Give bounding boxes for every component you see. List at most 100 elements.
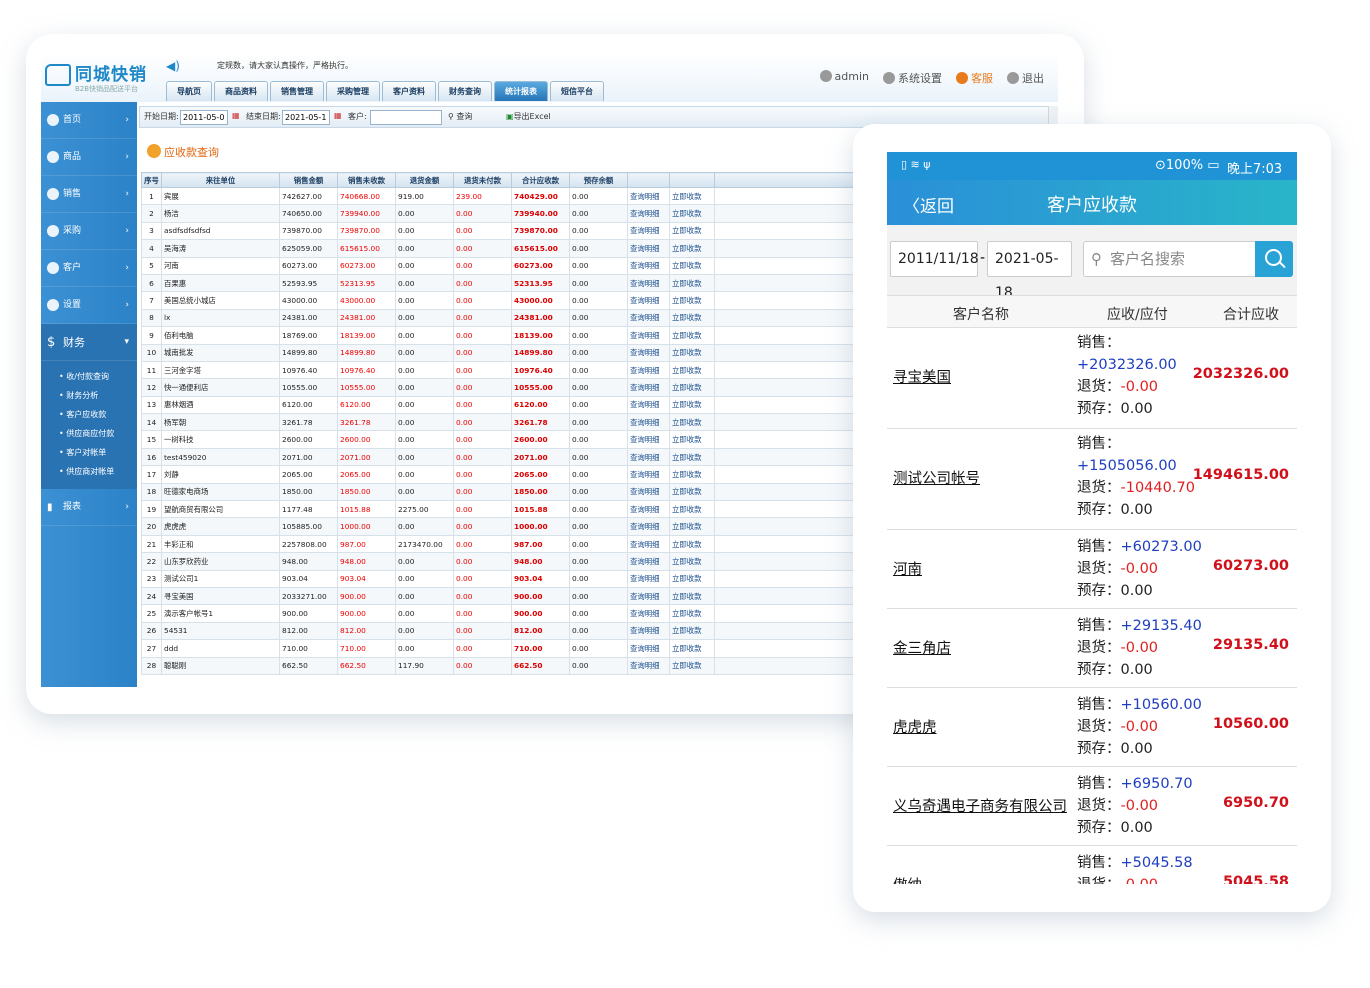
view-detail-link[interactable]: 查询明细	[627, 308, 670, 328]
collect-now-link[interactable]: 立即收款	[669, 308, 715, 328]
collect-now-link[interactable]: 立即收款	[669, 465, 715, 484]
collect-now-link[interactable]: 立即收款	[669, 326, 715, 345]
nav-tab[interactable]: 客户资料	[382, 81, 436, 101]
customer-input[interactable]	[370, 110, 442, 125]
collect-now-link[interactable]: 立即收款	[669, 569, 715, 588]
sidebar-subitem[interactable]: 收/付款查询	[59, 367, 137, 386]
nav-tab[interactable]: 财务查询	[438, 81, 492, 101]
view-detail-link[interactable]: 查询明细	[627, 239, 670, 258]
search-button[interactable]	[1255, 241, 1293, 277]
query-button[interactable]: ⚲ 查询	[448, 111, 472, 122]
view-detail-link[interactable]: 查询明细	[627, 221, 670, 241]
view-detail-link[interactable]: 查询明细	[627, 621, 670, 641]
collect-now-link[interactable]: 立即收款	[669, 430, 715, 449]
sidebar-subitem[interactable]: 客户对帐单	[59, 443, 137, 462]
view-detail-link[interactable]: 查询明细	[627, 500, 670, 519]
view-detail-link[interactable]: 查询明细	[627, 326, 670, 345]
collect-now-link[interactable]: 立即收款	[669, 413, 715, 432]
view-detail-link[interactable]: 查询明细	[627, 360, 670, 380]
list-item[interactable]: 义乌奇遇电子商务有限公司 销售：+6950.70 退货：-0.00 预存：0.00 69…	[887, 767, 1297, 846]
collect-now-link[interactable]: 立即收款	[669, 586, 715, 606]
view-detail-link[interactable]: 查询明细	[627, 447, 670, 467]
user-menu[interactable]: admin	[819, 70, 869, 86]
view-detail-link[interactable]: 查询明细	[627, 256, 670, 275]
view-detail-link[interactable]: 查询明细	[627, 586, 670, 606]
sidebar-subitem[interactable]: 供应商对帐单	[59, 462, 137, 481]
view-detail-link[interactable]: 查询明细	[627, 604, 670, 623]
sidebar-subitem[interactable]: 供应商应付款	[59, 424, 137, 443]
collect-now-link[interactable]: 立即收款	[669, 239, 715, 258]
collect-now-link[interactable]: 立即收款	[669, 482, 715, 502]
view-detail-link[interactable]: 查询明细	[627, 204, 670, 223]
collect-now-link[interactable]: 立即收款	[669, 621, 715, 641]
collect-now-link[interactable]: 立即收款	[669, 500, 715, 519]
collect-now-link[interactable]: 立即收款	[669, 552, 715, 571]
view-detail-link[interactable]: 查询明细	[627, 273, 670, 293]
collect-now-link[interactable]: 立即收款	[669, 204, 715, 223]
collect-now-link[interactable]: 立即收款	[669, 186, 715, 206]
view-detail-link[interactable]: 查询明细	[627, 430, 670, 449]
list-item[interactable]: 测试公司帐号 销售： +1505056.00 退货：-10440.70 预存：0.00 1…	[887, 429, 1297, 530]
collect-now-link[interactable]: 立即收款	[669, 273, 715, 293]
calendar-icon[interactable]: ▦	[334, 111, 342, 120]
collect-now-link[interactable]: 立即收款	[669, 360, 715, 380]
collect-now-link[interactable]: 立即收款	[669, 395, 715, 415]
list-item[interactable]: 河南 销售：+60273.00 退货：-0.00 预存：0.00 60273.00	[887, 530, 1297, 609]
view-detail-link[interactable]: 查询明细	[627, 482, 670, 502]
settings-button[interactable]: 系统设置	[883, 70, 942, 86]
view-detail-link[interactable]: 查询明细	[627, 656, 670, 675]
nav-tab[interactable]: 统计报表	[494, 81, 548, 101]
sidebar-subitem[interactable]: 财务分析	[59, 386, 137, 405]
collect-now-link[interactable]: 立即收款	[669, 291, 715, 310]
customer-name-link[interactable]: 寻宝美国	[893, 366, 951, 387]
collect-now-link[interactable]: 立即收款	[669, 639, 715, 658]
end-date-input[interactable]	[282, 110, 330, 125]
view-detail-link[interactable]: 查询明细	[627, 639, 670, 658]
nav-tab[interactable]: 短信平台	[550, 81, 604, 101]
collect-now-link[interactable]: 立即收款	[669, 656, 715, 675]
collect-now-link[interactable]: 立即收款	[669, 256, 715, 275]
collect-now-link[interactable]: 立即收款	[669, 604, 715, 623]
list-item[interactable]: 寻宝美国 销售： +2032326.00 退货：-0.00 预存：0.00 2032326…	[887, 328, 1297, 429]
sidebar-item[interactable]: 商品 ›	[41, 139, 137, 176]
view-detail-link[interactable]: 查询明细	[627, 534, 670, 554]
view-detail-link[interactable]: 查询明细	[627, 378, 670, 397]
sidebar-subitem[interactable]: 客户应收款	[59, 405, 137, 424]
sidebar-item[interactable]: 采购 ›	[41, 213, 137, 250]
start-date-input[interactable]	[180, 110, 228, 125]
view-detail-link[interactable]: 查询明细	[627, 291, 670, 310]
nav-tab[interactable]: 销售管理	[270, 81, 324, 101]
nav-tab[interactable]: 导航页	[166, 81, 212, 101]
customer-name-link[interactable]: 测试公司帐号	[893, 467, 980, 488]
customer-name-link[interactable]: 义乌奇遇电子商务有限公司	[893, 795, 1067, 816]
list-item[interactable]: 虎虎虎 销售：+10560.00 退货：-0.00 预存：0.00 10560.00	[887, 688, 1297, 767]
logout-button[interactable]: 退出	[1007, 70, 1044, 86]
collect-now-link[interactable]: 立即收款	[669, 517, 715, 536]
service-button[interactable]: 客服	[956, 70, 993, 86]
list-item[interactable]: 金三角店 销售：+29135.40 退货：-0.00 预存：0.00 29135.40	[887, 609, 1297, 688]
sidebar-item-reports[interactable]: ▮ 报表 ›	[41, 489, 137, 526]
view-detail-link[interactable]: 查询明细	[627, 552, 670, 571]
collect-now-link[interactable]: 立即收款	[669, 221, 715, 241]
view-detail-link[interactable]: 查询明细	[627, 186, 670, 206]
view-detail-link[interactable]: 查询明细	[627, 465, 670, 484]
view-detail-link[interactable]: 查询明细	[627, 343, 670, 362]
collect-now-link[interactable]: 立即收款	[669, 343, 715, 362]
customer-name-link[interactable]: 傲纳	[893, 874, 922, 884]
collect-now-link[interactable]: 立即收款	[669, 447, 715, 467]
collect-now-link[interactable]: 立即收款	[669, 534, 715, 554]
sidebar-item[interactable]: 首页 ›	[41, 102, 137, 139]
list-item[interactable]: 傲纳销售：+5045.58退货：-0.00预存：0.005045.58	[887, 846, 1297, 884]
date-to-field[interactable]: 2021-05-18	[987, 241, 1072, 301]
view-detail-link[interactable]: 查询明细	[627, 569, 670, 588]
date-from-field[interactable]: 2011/11/18	[890, 241, 979, 277]
sidebar-item-finance[interactable]: $ 财务 ▾	[41, 324, 137, 361]
view-detail-link[interactable]: 查询明细	[627, 395, 670, 415]
export-excel-button[interactable]: ▣导出Excel	[506, 111, 551, 122]
customer-name-link[interactable]: 虎虎虎	[893, 716, 937, 737]
sidebar-item[interactable]: 设置 ›	[41, 287, 137, 324]
customer-name-link[interactable]: 河南	[893, 558, 922, 579]
nav-tab[interactable]: 商品资料	[214, 81, 268, 101]
view-detail-link[interactable]: 查询明细	[627, 517, 670, 536]
sidebar-item[interactable]: 销售 ›	[41, 176, 137, 213]
